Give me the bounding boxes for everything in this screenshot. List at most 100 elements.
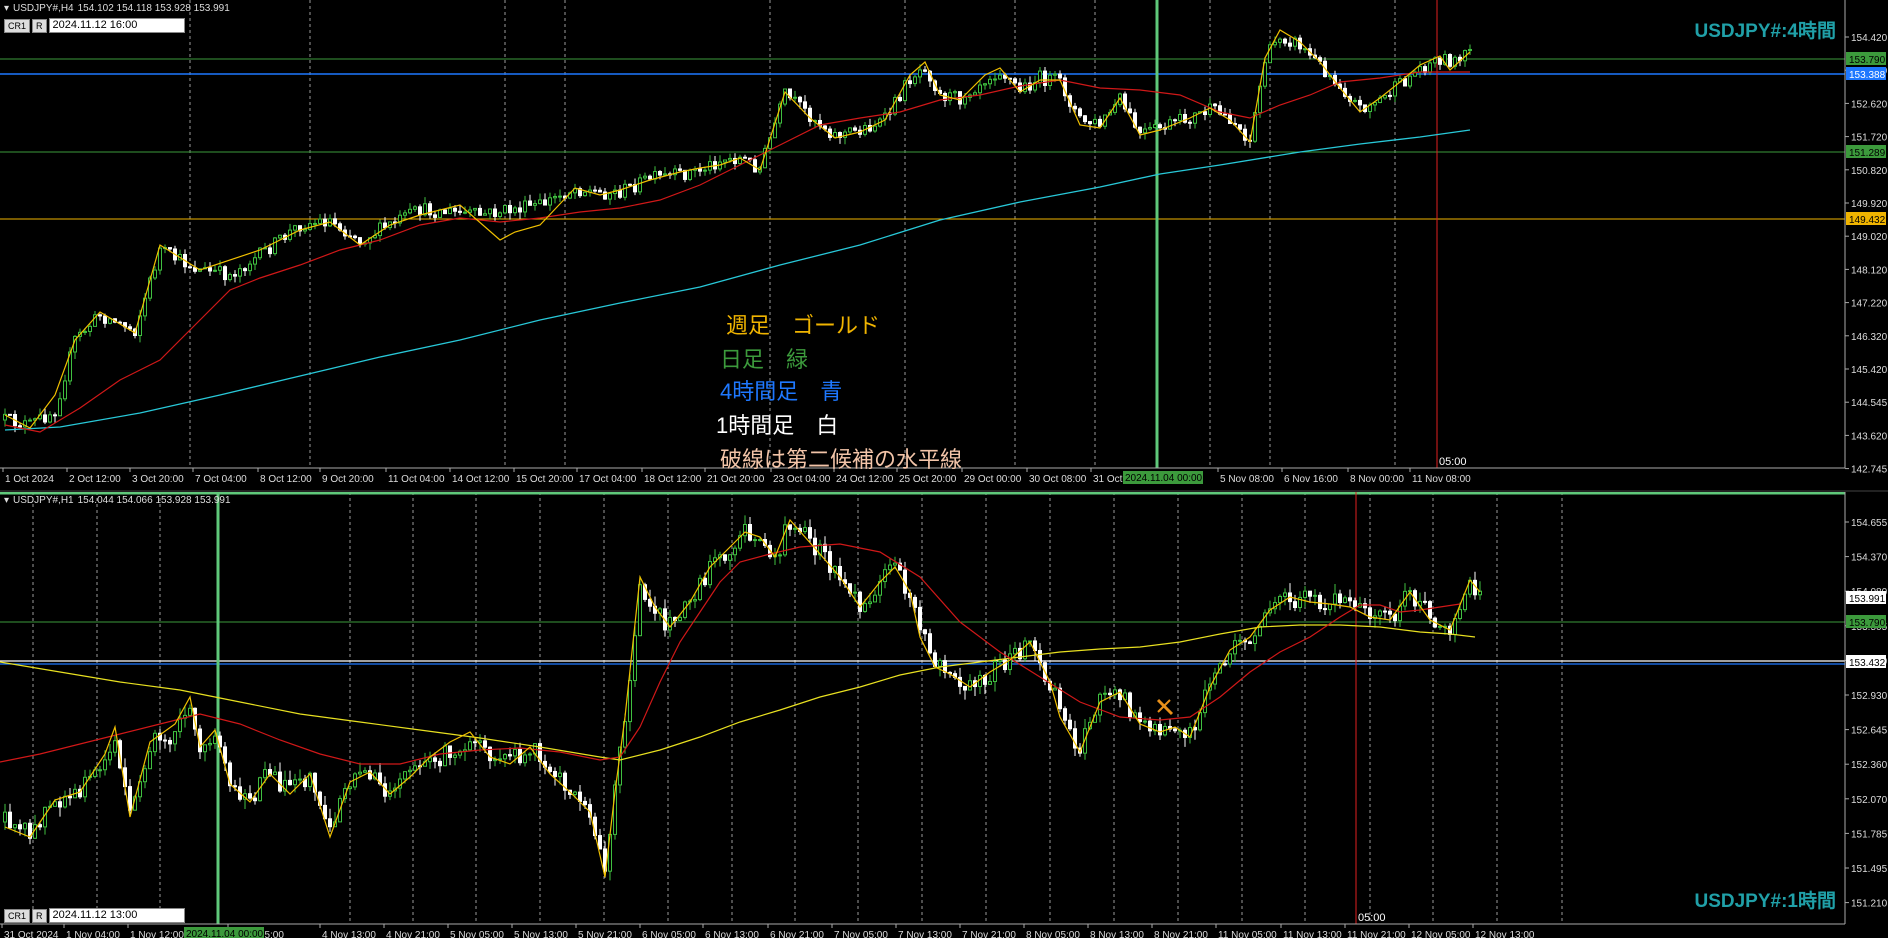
candle-body [1238, 639, 1242, 642]
r-button[interactable]: R [32, 18, 47, 33]
current-time-label: 05:00 [1358, 912, 1386, 924]
candle-body [408, 769, 412, 773]
candle-body [988, 78, 992, 85]
candle-body [293, 779, 297, 786]
candle-body [808, 527, 812, 539]
candle-body [848, 127, 852, 133]
candle-body [273, 771, 277, 776]
candle-body [188, 266, 192, 269]
candle-body [993, 78, 997, 81]
candle-body [413, 206, 417, 210]
candle-body [1383, 610, 1387, 613]
candle-body [153, 732, 157, 753]
price-tick-label: 144.545 [1851, 398, 1888, 409]
candle-body [298, 778, 302, 781]
candle-body [203, 744, 207, 753]
time-tick-label: 3 Oct 20:00 [132, 474, 184, 485]
time-tick-label: 5 Nov 13:00 [514, 930, 568, 938]
price-axis: 154.655154.370154.080153.505153.220152.9… [1844, 492, 1888, 924]
dropdown-triangle-icon[interactable]: ▾ [4, 495, 9, 506]
candle-body [163, 739, 167, 742]
candle-body [793, 527, 797, 530]
time-tick-label: 31 Oct 2024 [4, 930, 59, 938]
candle-body [853, 127, 857, 131]
candle-body [1083, 115, 1087, 123]
candle-body [1148, 127, 1152, 130]
candle-body [1403, 78, 1407, 87]
price-tick-label: 154.655 [1851, 518, 1888, 529]
time-tick-label: 12 Nov 13:00 [1475, 930, 1535, 938]
pencil-marker-icon[interactable] [1156, 698, 1174, 716]
time-tick-label: 5 Nov 05:00 [450, 930, 504, 938]
time-tick-label: 11 Nov 13:00 [1283, 930, 1342, 938]
time-tick-label: 17 Oct 04:00 [579, 474, 637, 485]
candle-body [213, 735, 217, 744]
price-tick-label: 151.495 [1851, 864, 1888, 875]
time-tick-label: 1 Nov 12:00 [130, 930, 184, 938]
candle-body [433, 757, 437, 762]
candle-body [318, 218, 322, 224]
candle-body [403, 771, 407, 780]
time-tick-label: 8 Nov 00:00 [1350, 474, 1404, 485]
candle-body [1068, 719, 1072, 730]
candle-body [103, 759, 107, 771]
candle-body [913, 76, 917, 85]
candle-body [923, 629, 927, 635]
candle-body [1158, 723, 1162, 736]
time-tick-label: 7 Nov 21:00 [962, 930, 1016, 938]
time-tick-label: 7 Nov 13:00 [898, 930, 952, 938]
candle-body [1378, 610, 1382, 617]
h1-chart-canvas[interactable]: 05:00 154.655154.370154.080153.505153.220… [0, 492, 1888, 938]
price-tick-label: 154.420 [1851, 33, 1888, 44]
candle-body [728, 157, 732, 161]
candle-body [853, 591, 857, 594]
cr1-button[interactable]: CR1 [4, 18, 31, 33]
candle-body [908, 80, 912, 85]
candle-body [898, 96, 902, 102]
candle-body [1213, 103, 1217, 107]
candle-body [1223, 663, 1227, 666]
time-tick-label: 6 Nov 16:00 [1284, 474, 1338, 485]
candle-body [1003, 659, 1007, 671]
candle-body [493, 208, 497, 217]
price-tick-label: 147.220 [1851, 299, 1888, 310]
candle-body [1103, 692, 1107, 695]
candle-body [1363, 603, 1367, 609]
candle-body [988, 680, 992, 685]
candle-body [153, 269, 157, 279]
candle-body [18, 425, 22, 428]
r-button[interactable]: R [32, 908, 47, 923]
legend-entry: 4時間足 青 [720, 379, 843, 404]
candle-body [963, 685, 967, 691]
price-tick-label: 152.930 [1851, 691, 1888, 702]
candle-body [8, 811, 12, 829]
candle-body [1058, 687, 1062, 710]
h4-chart-canvas[interactable]: 05:00154.420153.530152.620151.720150.820… [0, 0, 1888, 490]
candle-body [888, 564, 892, 571]
h1-date-field[interactable]: 2024.11.12 13:00 [48, 908, 185, 923]
candle-body [968, 680, 972, 691]
candle-body [1053, 73, 1057, 76]
h4-chart-pane[interactable]: 05:00154.420153.530152.620151.720150.820… [0, 0, 1888, 490]
candle-body [1223, 113, 1227, 116]
candle-body [508, 204, 512, 214]
candle-body [993, 661, 997, 682]
time-tick-label: 8 Nov 13:00 [1090, 930, 1144, 938]
time-tick-label: 29 Oct 00:00 [964, 474, 1022, 485]
dropdown-triangle-icon[interactable]: ▾ [4, 3, 9, 14]
candle-body [1253, 635, 1257, 645]
time-tick-label: 14 Oct 12:00 [452, 474, 510, 485]
candle-body [733, 547, 737, 556]
candle-body [268, 247, 272, 255]
h4-date-field[interactable]: 2024.11.12 16:00 [48, 18, 185, 33]
candle-body [1358, 99, 1362, 106]
candle-body [168, 247, 172, 250]
candle-body [1188, 121, 1192, 124]
candle-body [858, 591, 862, 612]
candle-body [3, 811, 7, 823]
candle-body [1388, 610, 1392, 615]
h1-chart-pane[interactable]: 05:00 154.655154.370154.080153.505153.220… [0, 492, 1888, 938]
cr1-button[interactable]: CR1 [4, 908, 31, 923]
candle-body [468, 741, 472, 751]
candle-body [758, 539, 762, 542]
